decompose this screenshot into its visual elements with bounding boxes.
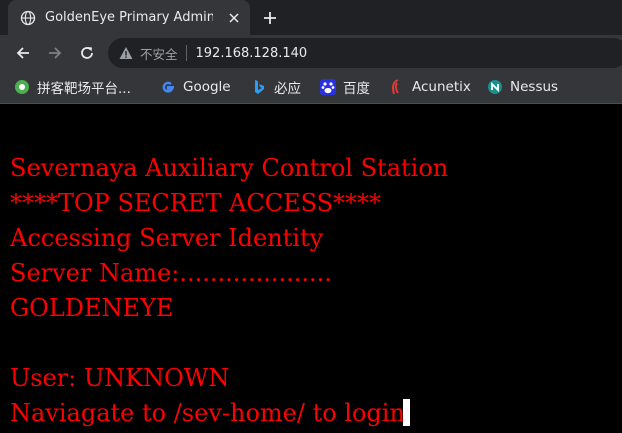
bookmark-baidu[interactable]: 百度	[320, 78, 370, 97]
bing-icon	[251, 79, 267, 95]
close-icon[interactable]	[226, 10, 242, 26]
user-line: User: UNKNOWN	[10, 364, 230, 392]
active-tab[interactable]: GoldenEye Primary Admin Server	[8, 0, 250, 35]
accessing-identity-line: Accessing Server Identity	[10, 224, 324, 252]
bookmark-label: 必应	[274, 81, 301, 97]
security-label[interactable]: 不安全	[140, 44, 178, 63]
baidu-icon	[320, 79, 336, 95]
back-button[interactable]	[13, 43, 33, 63]
server-name-value: GOLDENEYE	[10, 294, 174, 322]
globe-icon	[20, 10, 36, 26]
tab-strip: GoldenEye Primary Admin Server	[0, 0, 622, 35]
globe-icon	[14, 79, 30, 95]
bookmark-label: Nessus	[510, 79, 559, 95]
reload-button[interactable]	[77, 43, 97, 63]
url-text[interactable]: 192.168.128.140	[196, 46, 308, 61]
bookmark-nessus[interactable]: Nessus	[487, 78, 558, 96]
secret-access-line: ****TOP SECRET ACCESS****	[10, 189, 382, 217]
tab-title: GoldenEye Primary Admin Server	[45, 10, 213, 25]
bookmarks-bar: 拼客靶场平台... Google 必应 百度 Acunetix Nessus	[0, 71, 622, 104]
bookmark-label: 百度	[343, 81, 370, 97]
login-instruction-line: Naviagate to /sev-home/ to login	[10, 399, 410, 427]
bookmark-bing[interactable]: 必应	[251, 78, 301, 97]
bookmark-label: Google	[183, 79, 231, 95]
server-name-line: Server Name:....................	[10, 259, 332, 287]
browser-toolbar: 不安全 192.168.128.140	[0, 35, 622, 71]
address-bar[interactable]: 不安全 192.168.128.140	[108, 38, 622, 68]
omnibox-divider	[185, 45, 187, 61]
google-icon	[160, 79, 176, 95]
forward-button[interactable]	[45, 43, 65, 63]
nessus-icon	[487, 79, 503, 95]
new-tab-button[interactable]	[260, 8, 280, 28]
station-heading: Severnaya Auxiliary Control Station	[10, 154, 449, 182]
bookmark-label: Acunetix	[412, 79, 471, 95]
acunetix-icon	[389, 79, 405, 95]
bookmark-google[interactable]: Google	[160, 78, 231, 96]
bookmark-pinke[interactable]: 拼客靶场平台...	[14, 78, 131, 97]
text-cursor	[402, 399, 410, 426]
bookmark-acunetix[interactable]: Acunetix	[389, 78, 471, 96]
page-content: Severnaya Auxiliary Control Station ****…	[0, 104, 622, 433]
bookmark-label: 拼客靶场平台...	[37, 81, 131, 97]
login-instruction-text: Naviagate to /sev-home/ to login	[10, 399, 405, 427]
warning-icon[interactable]	[118, 45, 134, 61]
